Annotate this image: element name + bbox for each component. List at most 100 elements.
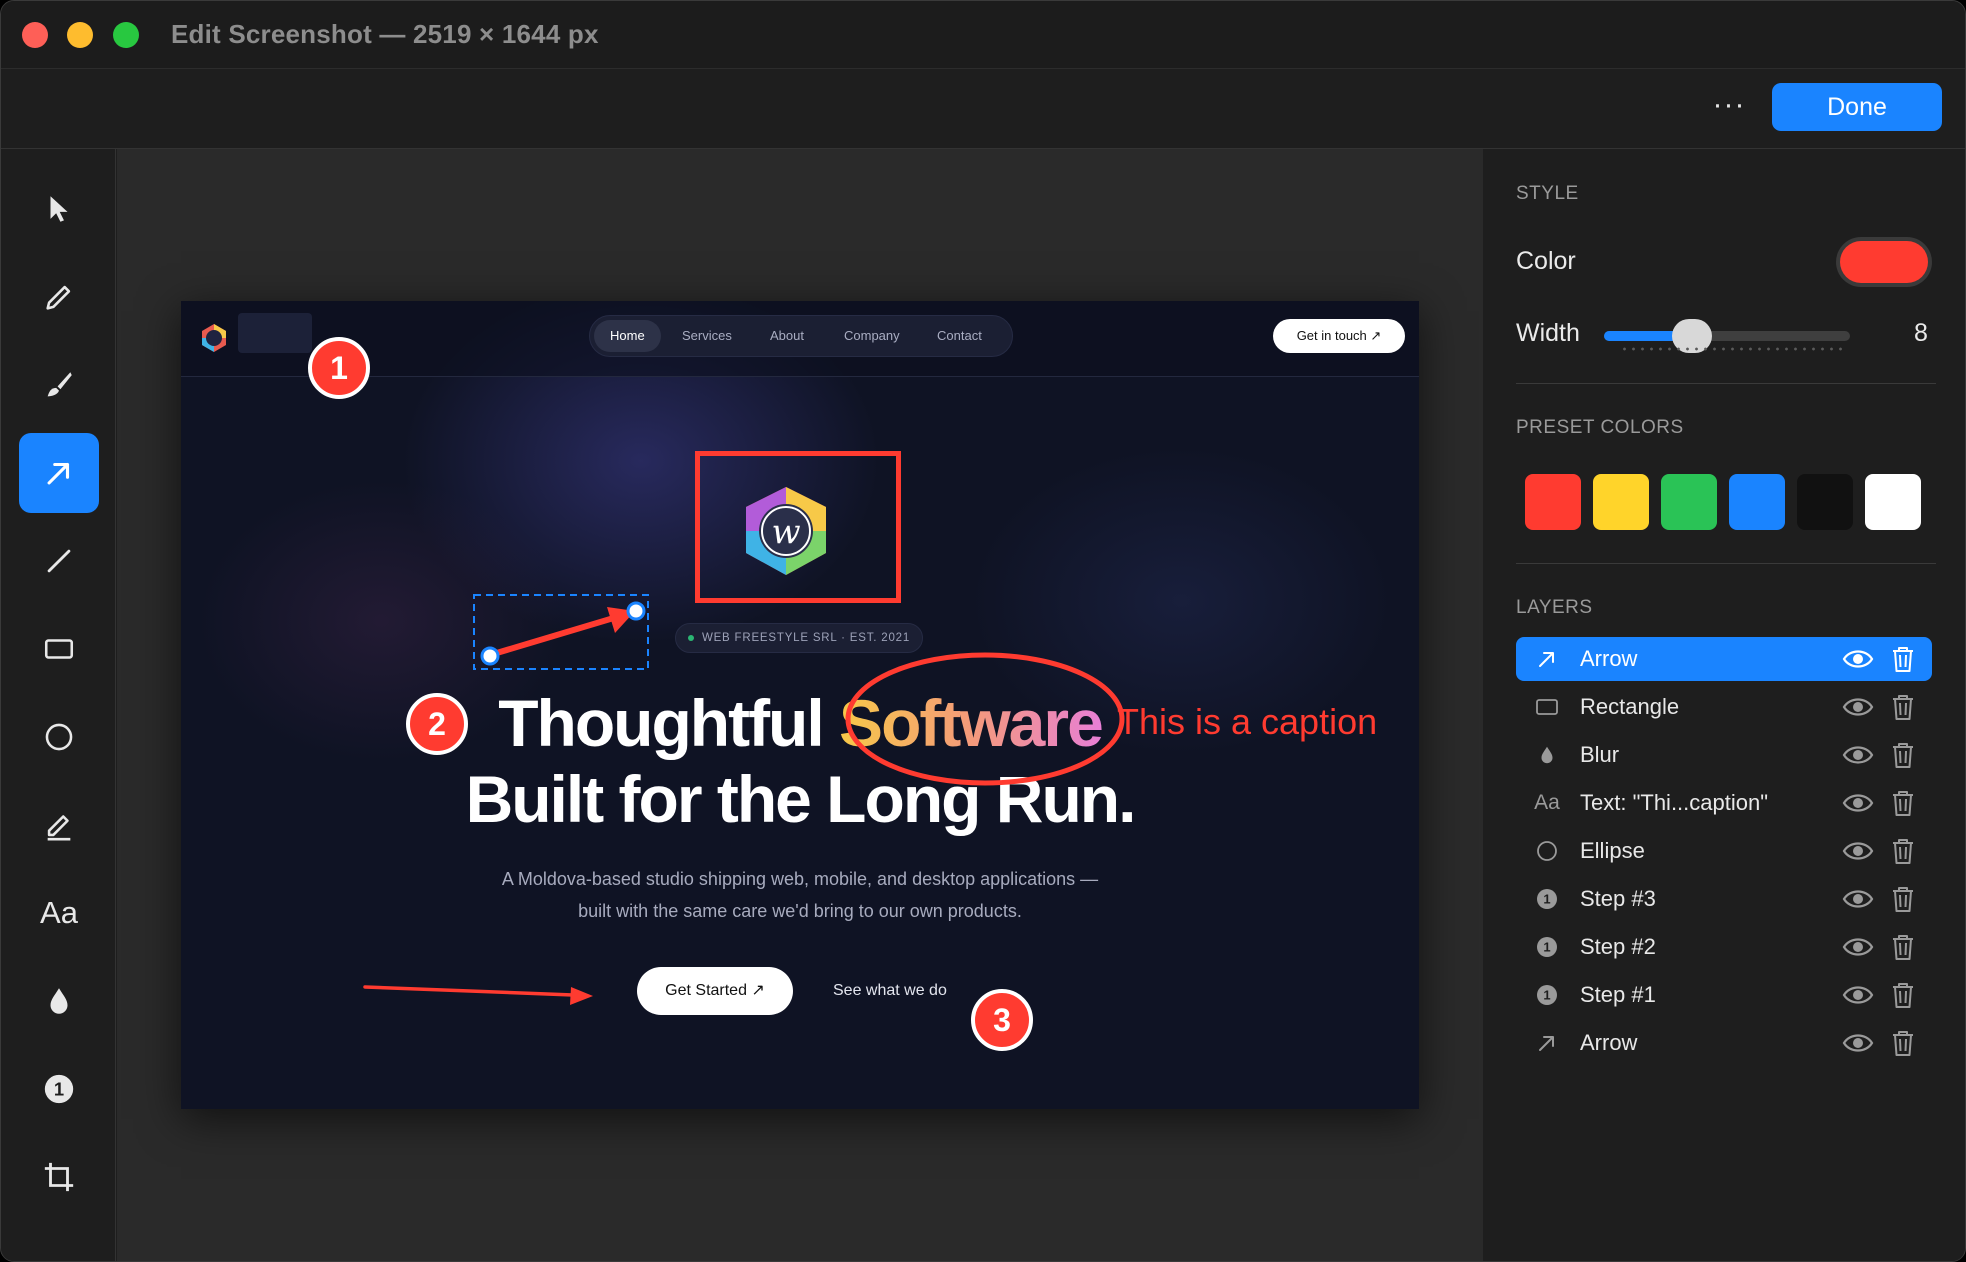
step-marker-1[interactable]: 1	[308, 337, 370, 399]
layer-row[interactable]: Aa Text: "Thi...caption"	[1516, 781, 1932, 825]
line-tool[interactable]	[19, 521, 99, 601]
delete-trash-icon[interactable]	[1890, 741, 1916, 769]
text-tool[interactable]: Aa	[19, 873, 99, 953]
delete-trash-icon[interactable]	[1890, 693, 1916, 721]
preset-colors-title: PRESET COLORS	[1516, 417, 1684, 438]
style-inspector: STYLE Color Width 8 PRESET COLORS LAYERS…	[1484, 149, 1965, 1261]
highlighter-tool[interactable]	[19, 785, 99, 865]
layer-label: Step #3	[1580, 886, 1656, 911]
layer-row[interactable]: Arrow	[1516, 1021, 1932, 1065]
step-marker-3[interactable]: 3	[971, 989, 1033, 1051]
width-slider[interactable]	[1604, 319, 1850, 353]
layer-row[interactable]: 1 Step #3	[1516, 877, 1932, 921]
pencil-icon	[46, 285, 71, 310]
status-dot	[687, 634, 694, 641]
color-label: Color	[1516, 247, 1576, 275]
crop-tool[interactable]	[19, 1137, 99, 1217]
visibility-eye-icon[interactable]	[1842, 790, 1874, 816]
visibility-eye-icon[interactable]	[1842, 886, 1874, 912]
arrow-icon	[1539, 1036, 1554, 1051]
arrow-icon	[47, 462, 70, 485]
visibility-eye-icon[interactable]	[1842, 934, 1874, 960]
ellipse-icon	[45, 723, 73, 751]
arrow-tool[interactable]	[19, 433, 99, 513]
see-what-we-do-link: See what we do	[833, 982, 947, 999]
close-window-button[interactable]	[22, 22, 48, 48]
delete-trash-icon[interactable]	[1890, 645, 1916, 673]
headline-highlight: Software	[839, 686, 1104, 760]
brush-tool[interactable]	[19, 345, 99, 425]
window-title: Edit Screenshot — 2519 × 1644 px	[171, 19, 599, 49]
company-badge: WEB FREESTYLE SRL · EST. 2021	[675, 623, 923, 653]
layer-label: Text: "Thi...caption"	[1580, 790, 1769, 815]
website-nav-menu: Home Services About Company Contact	[589, 315, 1013, 357]
delete-trash-icon[interactable]	[1890, 1029, 1916, 1057]
more-options-button[interactable]: ···	[1709, 90, 1749, 127]
get-started-button: Get Started ↗	[637, 967, 793, 1015]
layer-type-icon	[1534, 694, 1560, 720]
visibility-eye-icon[interactable]	[1842, 694, 1874, 720]
visibility-eye-icon[interactable]	[1842, 646, 1874, 672]
delete-trash-icon[interactable]	[1890, 837, 1916, 865]
layer-type-icon: 1	[1534, 934, 1560, 960]
rectangle-icon	[1536, 699, 1558, 715]
delete-trash-icon[interactable]	[1890, 981, 1916, 1009]
preset-color-black[interactable]	[1797, 474, 1853, 530]
blur-tool[interactable]	[19, 961, 99, 1041]
blurred-brand	[238, 313, 312, 353]
svg-text:1: 1	[1543, 940, 1550, 955]
preset-color-red[interactable]	[1525, 474, 1581, 530]
step-number-icon: 1	[44, 1074, 74, 1104]
editing-canvas[interactable]: Home Services About Company Contact Get …	[117, 149, 1483, 1261]
delete-trash-icon[interactable]	[1890, 789, 1916, 817]
pen-tool[interactable]	[19, 257, 99, 337]
color-picker[interactable]	[1840, 241, 1928, 283]
minimize-window-button[interactable]	[67, 22, 93, 48]
nav-company: Company	[844, 328, 900, 343]
preset-color-yellow[interactable]	[1593, 474, 1649, 530]
layer-row[interactable]: 1 Step #1	[1516, 973, 1932, 1017]
layer-row[interactable]: Ellipse	[1516, 829, 1932, 873]
visibility-eye-icon[interactable]	[1842, 838, 1874, 864]
visibility-eye-icon[interactable]	[1842, 742, 1874, 768]
visibility-eye-icon[interactable]	[1842, 982, 1874, 1008]
nav-home: Home	[594, 320, 661, 352]
line-icon	[47, 549, 71, 573]
layer-row[interactable]: 1 Step #2	[1516, 925, 1932, 969]
layer-type-icon: Aa	[1534, 790, 1560, 816]
top-toolbar: ··· Done	[1, 69, 1965, 149]
cursor-icon	[50, 196, 68, 222]
step-number-icon: 1	[1537, 985, 1557, 1005]
delete-trash-icon[interactable]	[1890, 885, 1916, 913]
rectangle-annotation[interactable]	[695, 451, 901, 603]
width-value: 8	[1914, 319, 1928, 347]
step-marker-2[interactable]: 2	[406, 693, 468, 755]
ellipse-tool[interactable]	[19, 697, 99, 777]
layer-row[interactable]: Rectangle	[1516, 685, 1932, 729]
done-button[interactable]: Done	[1772, 83, 1942, 131]
layer-row[interactable]: Arrow	[1516, 637, 1932, 681]
width-label: Width	[1516, 319, 1580, 347]
nav-about: About	[770, 328, 804, 343]
delete-trash-icon[interactable]	[1890, 933, 1916, 961]
tool-palette: Aa 1	[1, 149, 116, 1261]
rectangle-icon	[44, 639, 74, 659]
caption-annotation[interactable]: This is a caption	[1117, 701, 1377, 743]
visibility-eye-icon[interactable]	[1842, 1030, 1874, 1056]
divider	[1516, 383, 1936, 384]
nav-services: Services	[682, 328, 732, 343]
preset-color-green[interactable]	[1661, 474, 1717, 530]
preset-color-white[interactable]	[1865, 474, 1921, 530]
subtitle-line2: built with the same care we'd bring to o…	[578, 901, 1022, 921]
arrow-icon	[1539, 652, 1554, 667]
layer-row[interactable]: Blur	[1516, 733, 1932, 777]
preset-color-blue[interactable]	[1729, 474, 1785, 530]
style-section-title: STYLE	[1516, 183, 1579, 204]
step-tool[interactable]: 1	[19, 1049, 99, 1129]
rectangle-tool[interactable]	[19, 609, 99, 689]
select-tool[interactable]	[19, 169, 99, 249]
layer-label: Arrow	[1580, 646, 1638, 671]
text-icon: Aa	[1534, 791, 1560, 814]
step-number-icon: 1	[1537, 889, 1557, 909]
zoom-window-button[interactable]	[113, 22, 139, 48]
